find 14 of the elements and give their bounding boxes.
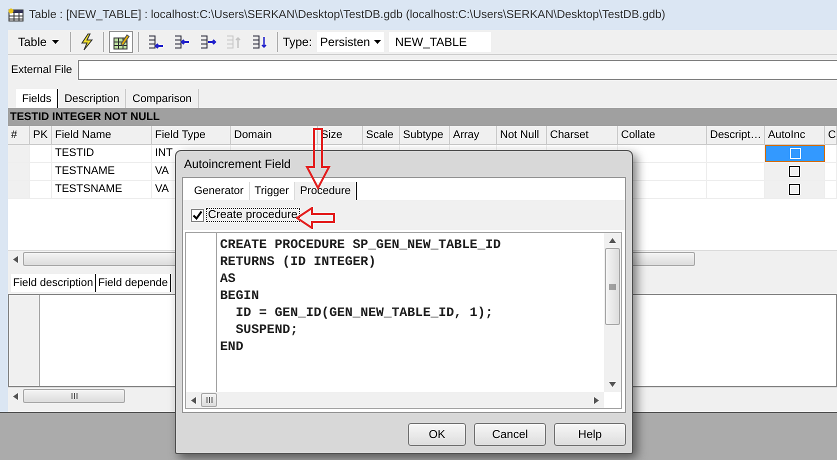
type-label: Type: bbox=[282, 35, 312, 49]
table-cell: TESTSNAME bbox=[52, 181, 152, 198]
code-line: SUSPEND; bbox=[234, 321, 298, 338]
window-title: Table : [NEW_TABLE] : localhost:C:\Users\SERKAN\Desktop\TestDB.gdb (localhost:C:\Users\SERKAN\Desktop\TestDB.gdb) bbox=[29, 9, 666, 21]
table-cell: TESTNAME bbox=[52, 163, 152, 180]
code-line: ID = GEN_ID(GEN_NEW_TABLE_ID, 1); bbox=[234, 304, 494, 321]
code-line: END bbox=[220, 338, 244, 355]
code-line: CREATE PROCEDURE SP_GEN_NEW_TABLE_ID bbox=[220, 236, 501, 253]
external-file-label: External File bbox=[11, 64, 72, 76]
table-cell: TESTID bbox=[52, 145, 152, 162]
code-line: AS bbox=[220, 270, 236, 287]
field-info-bar: TESTID INTEGER NOT NULL bbox=[8, 108, 837, 126]
code-line: RETURNS (ID INTEGER) bbox=[220, 253, 376, 270]
code-line: BEGIN bbox=[220, 287, 260, 304]
